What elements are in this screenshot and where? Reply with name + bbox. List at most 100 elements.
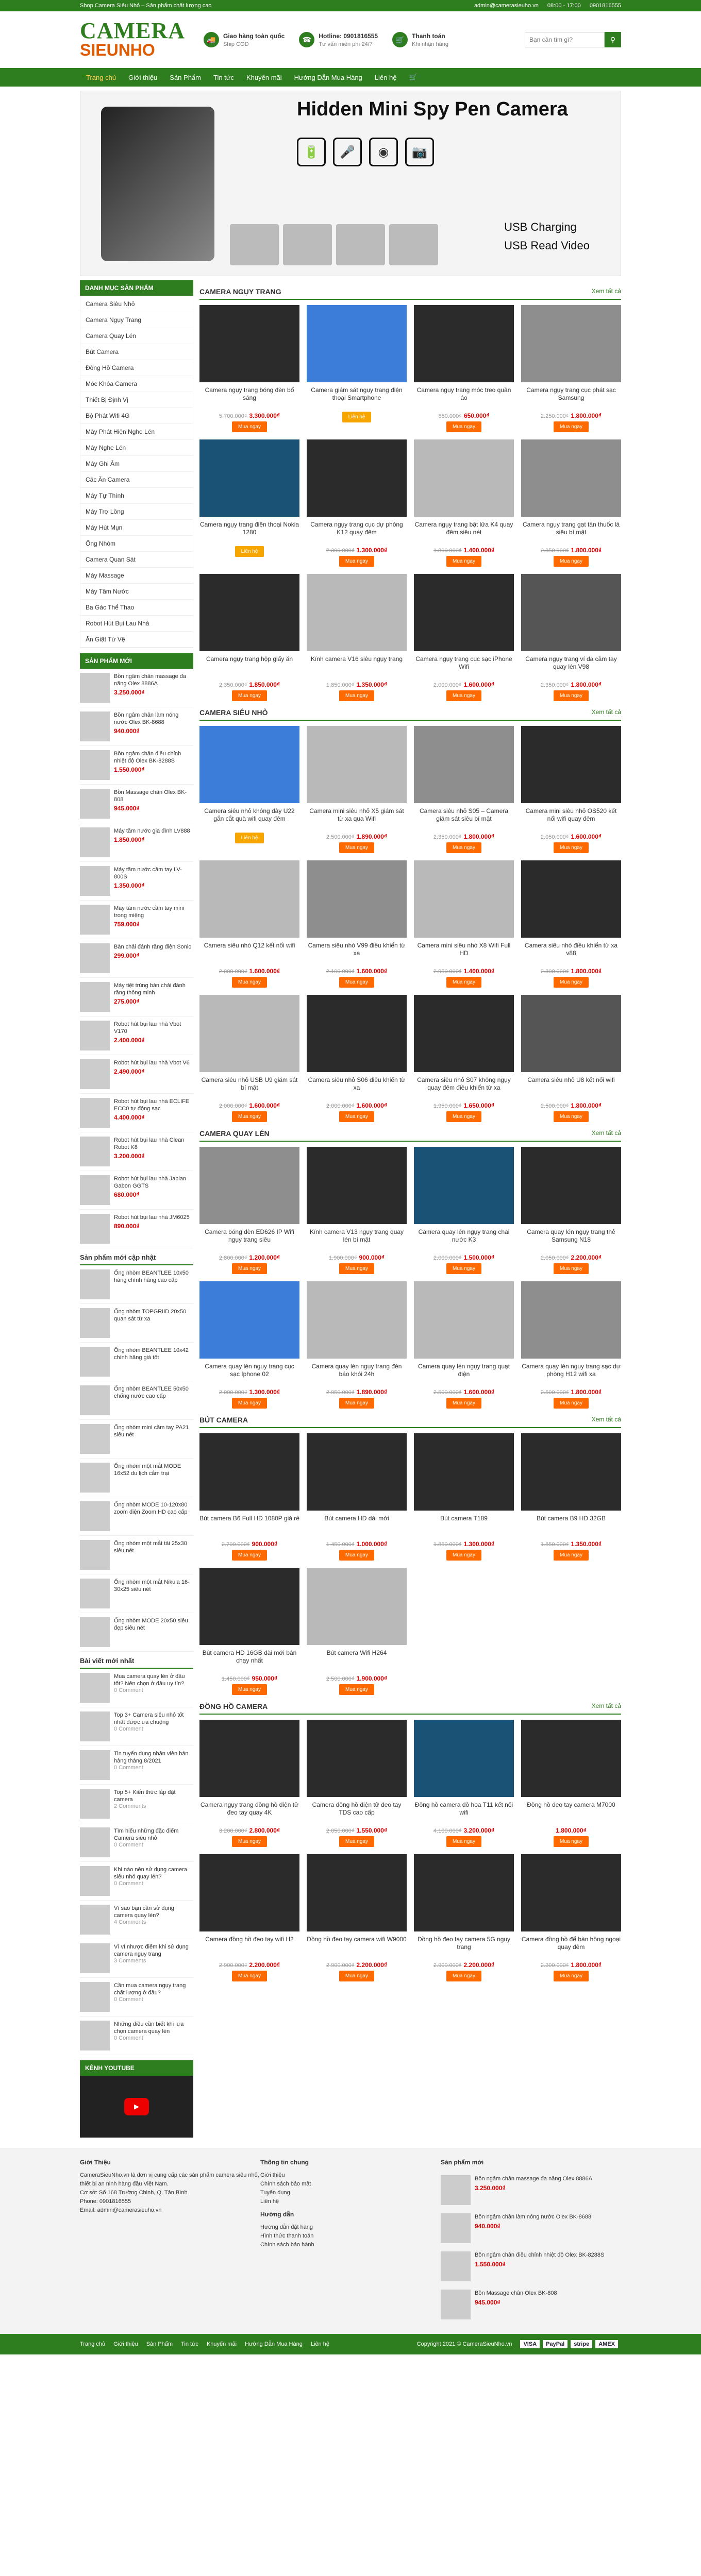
product-image[interactable] — [414, 860, 514, 938]
footer-link[interactable]: Chính sách bảo mật — [260, 2180, 441, 2189]
post-thumb[interactable] — [80, 1789, 110, 1819]
topbar-email[interactable]: admin@camerasieuho.vn — [474, 3, 539, 9]
product-name[interactable]: Bút camera Wifi H264 — [307, 1649, 407, 1672]
footer-link[interactable]: Tuyển dụng — [260, 2189, 441, 2197]
post-row[interactable]: Top 3+ Camera siêu nhỏ tốt nhất được ưa … — [80, 1707, 193, 1746]
category-item[interactable]: Móc Khóa Camera — [80, 376, 193, 392]
post-title[interactable]: Những điều cần biết khi lựa chọn camera … — [114, 2021, 193, 2035]
product-row[interactable]: Ống nhòm một mắt Nikula 16-30x25 siêu né… — [80, 1574, 193, 1613]
product-card[interactable]: Bút camera Wifi H264 2.500.000₫ 1.900.000₫… — [307, 1568, 407, 1695]
product-image[interactable] — [414, 1854, 514, 1931]
footer-link[interactable]: Chính sách bảo hành — [260, 2241, 441, 2249]
product-card[interactable]: Camera mini siêu nhỏ OS520 kết nối wifi … — [521, 726, 621, 853]
product-row[interactable]: Máy tiệt trùng bàn chải đánh răng thông … — [80, 978, 193, 1016]
nav-item[interactable]: Trang chủ — [80, 74, 122, 81]
product-name[interactable]: Máy tăm nước cầm tay LV-800S — [114, 866, 193, 880]
buy-button[interactable]: Mua ngay — [554, 421, 589, 432]
product-name[interactable]: Ống nhòm BEANTLEE 10x42 chính hãng giá t… — [114, 1347, 193, 1377]
product-image[interactable] — [414, 305, 514, 382]
buy-button[interactable]: Mua ngay — [554, 1263, 589, 1274]
product-card[interactable]: Camera quay lén ngụy trang sạc dự phòng … — [521, 1281, 621, 1409]
product-image[interactable] — [199, 1433, 299, 1511]
product-name[interactable]: Kính camera V13 ngụy trang quay lén bí m… — [307, 1228, 407, 1251]
buy-button[interactable]: Mua ngay — [232, 1971, 267, 1981]
product-row[interactable]: Ống nhòm MODE 10-120x80 zoom điện Zoom H… — [80, 1497, 193, 1536]
product-name[interactable]: Camera ngụy trang cục sạc iPhone Wifi — [414, 655, 514, 679]
footer-link[interactable]: Giới thiệu — [260, 2171, 441, 2180]
product-name[interactable]: Máy tăm nước gia đình LV888 — [114, 827, 190, 835]
product-name[interactable]: Camera siêu nhỏ USB U9 giám sát bí mật — [199, 1076, 299, 1099]
category-item[interactable]: Camera Quan Sát — [80, 552, 193, 568]
post-title[interactable]: Vì sao bạn cần sử dụng camera quay lén? — [114, 1905, 193, 1919]
category-item[interactable]: Bút Camera — [80, 344, 193, 360]
product-thumb[interactable] — [80, 943, 110, 973]
category-item[interactable]: Camera Ngụy Trang — [80, 312, 193, 328]
product-thumb[interactable] — [80, 1175, 110, 1205]
product-row[interactable]: Ống nhòm BEANTLEE 10x42 chính hãng giá t… — [80, 1343, 193, 1381]
product-name[interactable]: Đồng hồ đeo tay camera M7000 — [521, 1801, 621, 1824]
product-card[interactable]: Bút camera HD dài mới 1.450.000₫ 1.000.000… — [307, 1433, 407, 1561]
product-image[interactable] — [307, 1433, 407, 1511]
product-row[interactable]: Ống nhòm MODE 20x50 siêu đẹp siêu nét — [80, 1613, 193, 1652]
product-thumb[interactable] — [80, 1021, 110, 1050]
product-name[interactable]: Ống nhòm một mắt MODE 16x52 du lịch cắm … — [114, 1463, 193, 1493]
category-item[interactable]: Máy Ghi Âm — [80, 456, 193, 472]
post-thumb[interactable] — [80, 1827, 110, 1857]
product-name[interactable]: Máy tăm nước cầm tay mini trong miệng — [114, 905, 193, 919]
product-name[interactable]: Máy tiệt trùng bàn chải đánh răng thông … — [114, 982, 193, 996]
product-name[interactable]: Ống nhòm MODE 10-120x80 zoom điện Zoom H… — [114, 1501, 193, 1531]
product-image[interactable] — [307, 1568, 407, 1645]
product-card[interactable]: Camera bóng đèn ED626 IP Wifi ngụy trang… — [199, 1147, 299, 1274]
post-thumb[interactable] — [80, 2021, 110, 2050]
product-row[interactable]: Ống nhòm TOPGRIID 20x50 quan sát từ xa — [80, 1304, 193, 1343]
post-thumb[interactable] — [80, 1982, 110, 2012]
product-thumb[interactable] — [80, 905, 110, 935]
post-thumb[interactable] — [80, 1905, 110, 1935]
nav-cart-icon[interactable]: 🛒 — [403, 73, 423, 81]
product-row[interactable]: Máy tăm nước cầm tay mini trong miệng 759… — [80, 901, 193, 939]
product-image[interactable] — [414, 439, 514, 517]
product-thumb[interactable] — [80, 1579, 110, 1608]
buy-button[interactable]: Mua ngay — [554, 1111, 589, 1122]
product-name[interactable]: Ống nhòm một mắt Nikula 16-30x25 siêu né… — [114, 1579, 193, 1608]
topbar-phone[interactable]: 0901816555 — [590, 3, 621, 9]
category-item[interactable]: Máy Tự Thính — [80, 488, 193, 504]
buy-button[interactable]: Mua ngay — [554, 1971, 589, 1981]
product-thumb[interactable] — [80, 1347, 110, 1377]
buy-button[interactable]: Liên hệ — [235, 833, 264, 843]
product-thumb[interactable] — [80, 827, 110, 857]
buy-button[interactable]: Mua ngay — [339, 556, 374, 567]
product-card[interactable]: Camera siêu nhỏ điều khiển từ xa v88 2.30… — [521, 860, 621, 988]
product-name[interactable]: Camera ngụy trang bóng đèn bổ sáng — [199, 386, 299, 410]
product-image[interactable] — [307, 1281, 407, 1359]
product-image[interactable] — [199, 860, 299, 938]
buy-button[interactable]: Mua ngay — [554, 1550, 589, 1561]
product-image[interactable] — [199, 1568, 299, 1645]
product-thumb[interactable] — [80, 1463, 110, 1493]
post-thumb[interactable] — [80, 1866, 110, 1896]
footer-nav-link[interactable]: Khuyến mãi — [207, 2341, 237, 2347]
product-name[interactable]: Bồn ngâm chân điều chỉnh nhiệt độ Olex B… — [114, 750, 193, 765]
category-item[interactable]: Ấn Giật Từ Vệ — [80, 632, 193, 648]
product-thumb[interactable] — [80, 789, 110, 819]
product-name[interactable]: Ống nhòm BEANTLEE 50x50 chống nước cao c… — [114, 1385, 193, 1415]
product-card[interactable]: Camera đồng hồ điện tử đeo tay TDS cao c… — [307, 1720, 407, 1847]
product-image[interactable] — [521, 574, 621, 651]
product-card[interactable]: Đồng hồ đeo tay camera wifi W9000 2.900.0… — [307, 1854, 407, 1981]
product-row[interactable]: Ống nhòm mini cầm tay PA21 siêu nét — [80, 1420, 193, 1459]
product-thumb[interactable] — [441, 2213, 471, 2243]
post-row[interactable]: Vì vì nhược điểm khi sử dụng camera ngụy… — [80, 1939, 193, 1978]
product-image[interactable] — [199, 726, 299, 803]
product-image[interactable] — [307, 1147, 407, 1224]
product-image[interactable] — [307, 995, 407, 1072]
buy-button[interactable]: Mua ngay — [232, 977, 267, 988]
category-item[interactable]: Máy Massage — [80, 568, 193, 584]
search-input[interactable] — [525, 32, 605, 47]
footer-product[interactable]: Bồn ngâm chân làm nóng nước Olex BK-8688… — [441, 2209, 621, 2247]
product-name[interactable]: Camera siêu nhỏ điều khiển từ xa v88 — [521, 942, 621, 965]
product-name[interactable]: Camera quay lén ngụy trang chai nước K3 — [414, 1228, 514, 1251]
product-thumb[interactable] — [80, 673, 110, 703]
product-card[interactable]: Đồng hồ đeo tay camera M7000 1.800.000₫ Mu… — [521, 1720, 621, 1847]
category-item[interactable]: Máy Trợ Lồng — [80, 504, 193, 520]
product-image[interactable] — [414, 1147, 514, 1224]
